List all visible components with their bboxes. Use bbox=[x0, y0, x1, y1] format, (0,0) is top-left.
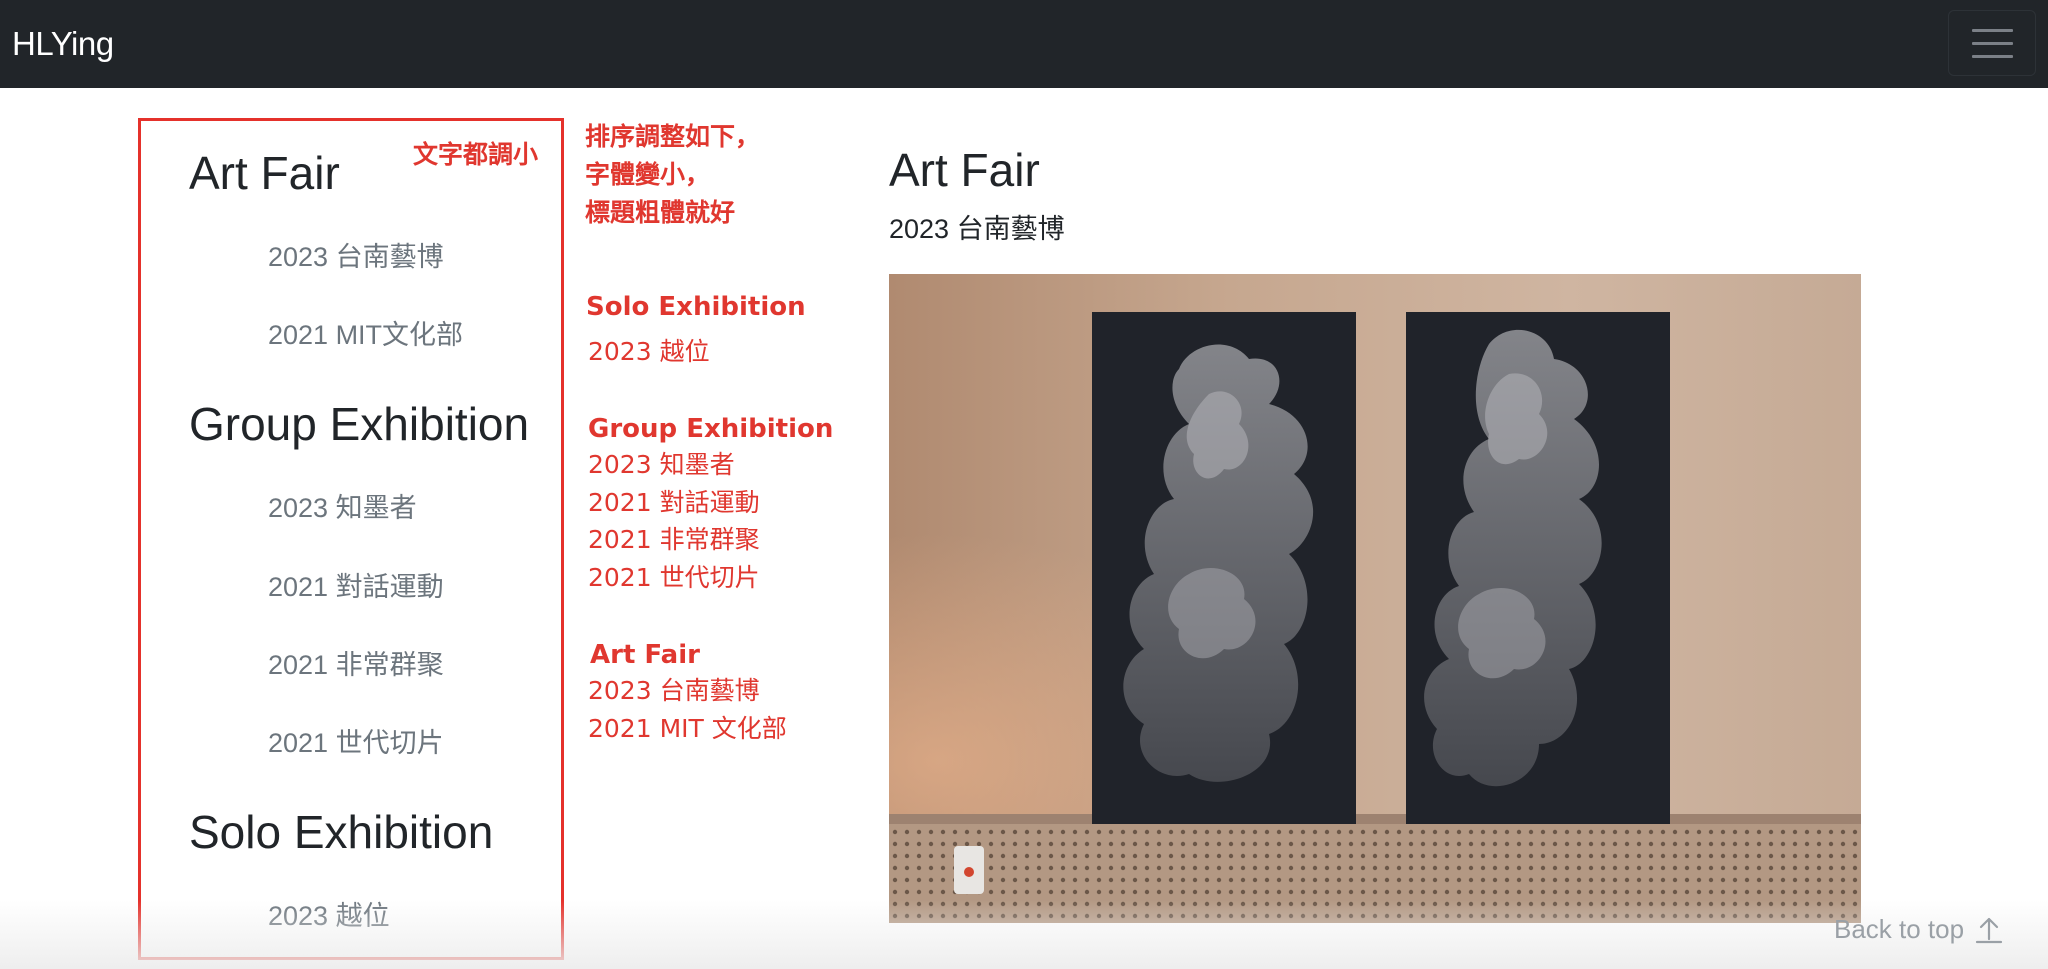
page-title: Art Fair bbox=[889, 144, 1040, 196]
annotation-instruction-line: 字體變小， bbox=[585, 160, 711, 189]
annotation-heading: Art Fair bbox=[590, 640, 700, 670]
annotation-instruction-line: 標題粗體就好 bbox=[585, 198, 736, 227]
back-to-top-label: Back to top bbox=[1834, 914, 1965, 944]
sidebar-link[interactable]: 2023 越位 bbox=[268, 899, 390, 933]
sidebar-link[interactable]: 2023 台南藝博 bbox=[268, 240, 444, 274]
sidebar-heading-art-fair: Art Fair bbox=[189, 147, 340, 199]
annotation-instruction-line: 排序調整如下， bbox=[585, 122, 761, 151]
annotation-item: 2023 知墨者 bbox=[588, 450, 735, 479]
annotation-box-note: 文字都調小 bbox=[413, 140, 539, 169]
sidebar-link[interactable]: 2021 MIT文化部 bbox=[268, 318, 463, 352]
sidebar-link[interactable]: 2021 世代切片 bbox=[268, 726, 444, 760]
annotation-item: 2023 越位 bbox=[588, 337, 710, 366]
annotation-item: 2021 非常群聚 bbox=[588, 525, 760, 554]
page-subtitle: 2023 台南藝博 bbox=[889, 214, 1065, 244]
annotation-item: 2023 台南藝博 bbox=[588, 676, 760, 705]
back-to-top-link[interactable]: Back to top bbox=[1834, 914, 2004, 945]
sidebar-heading-group-exhibition: Group Exhibition bbox=[189, 398, 530, 450]
artwork-photo bbox=[889, 274, 1861, 923]
top-navbar: HLYing bbox=[0, 0, 2048, 88]
annotation-item: 2021 MIT 文化部 bbox=[588, 714, 787, 743]
hamburger-menu-icon[interactable] bbox=[1948, 10, 2036, 76]
arrow-up-icon bbox=[1974, 915, 2004, 945]
sidebar-link[interactable]: 2021 非常群聚 bbox=[268, 648, 444, 682]
sidebar-heading-solo-exhibition: Solo Exhibition bbox=[189, 806, 494, 858]
sidebar-link[interactable]: 2021 對話運動 bbox=[268, 570, 444, 604]
sidebar-link[interactable]: 2023 知墨者 bbox=[268, 491, 417, 525]
annotation-item: 2021 世代切片 bbox=[588, 563, 760, 592]
brand-link[interactable]: HLYing bbox=[12, 24, 114, 64]
exhibition-sidebar: Art Fair 2023 台南藝博 2021 MIT文化部 Group Exh… bbox=[138, 118, 564, 960]
annotation-item: 2021 對話運動 bbox=[588, 488, 760, 517]
annotation-heading: Group Exhibition bbox=[588, 414, 834, 444]
annotation-heading: Solo Exhibition bbox=[586, 292, 806, 322]
